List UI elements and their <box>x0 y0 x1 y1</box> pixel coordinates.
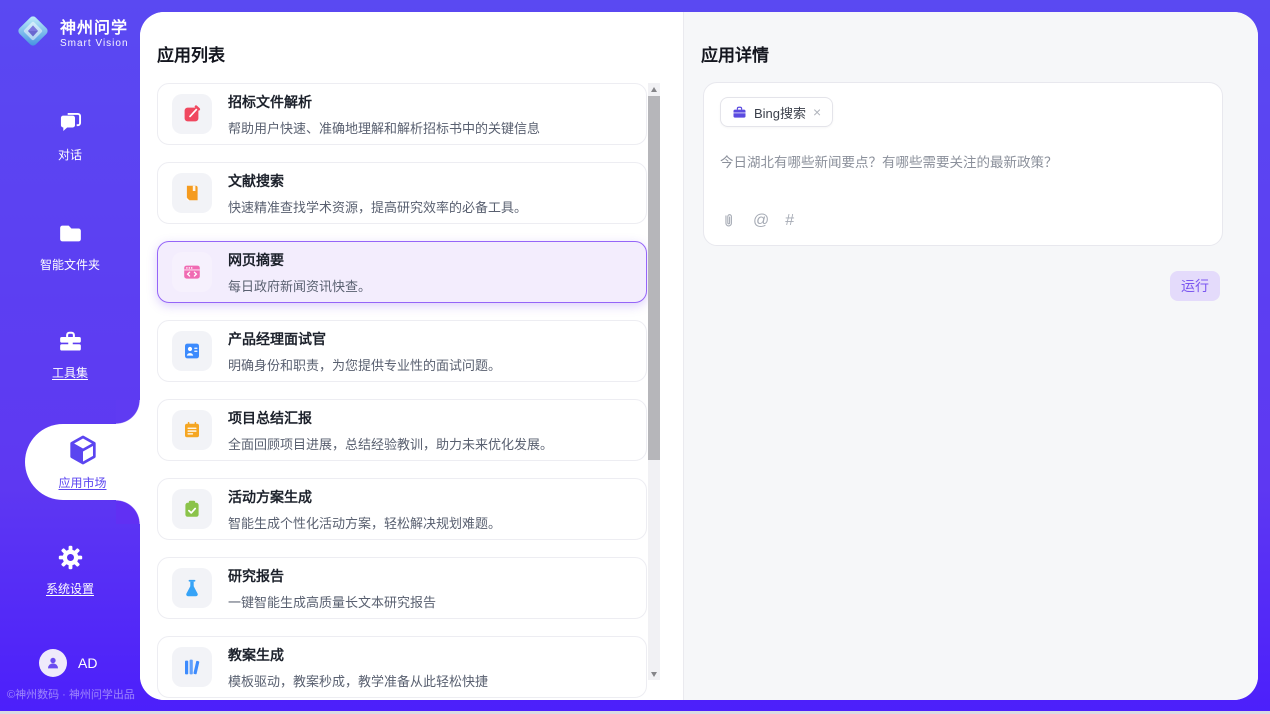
scroll-up-button[interactable] <box>648 83 660 95</box>
user-initials: AD <box>78 655 97 671</box>
app-detail-panel: 应用详情 Bing搜索 × 今日湖北有哪些新闻要点？有哪些需要关注的最新政策？ … <box>683 12 1258 700</box>
app-description: 明确身份和职责，为您提供专业性的面试问题。 <box>228 355 501 374</box>
sidebar-item-smart-folder[interactable]: 智能文件夹 <box>0 220 140 273</box>
app-description: 智能生成个性化活动方案，轻松解决规划难题。 <box>228 513 501 532</box>
app-title: 产品经理面试官 <box>228 329 501 349</box>
list-item-bid-parse[interactable]: 招标文件解析 帮助用户快速、准确地理解和解析招标书中的关键信息 <box>157 83 647 145</box>
app-description: 模板驱动，教案秒成，教学准备从此轻松快捷 <box>228 671 488 690</box>
app-title: 网页摘要 <box>228 250 371 270</box>
sidebar-item-label: 智能文件夹 <box>0 256 140 273</box>
tool-tag-bing-search[interactable]: Bing搜索 × <box>720 97 833 127</box>
clipboard-check-icon <box>172 489 212 529</box>
app-detail-title: 应用详情 <box>701 41 1258 66</box>
list-scrollbar[interactable] <box>648 83 660 680</box>
diamond-logo-icon <box>14 12 52 50</box>
brand-subtitle: Smart Vision <box>60 38 129 49</box>
attachment-toolbar: @ # <box>720 212 794 229</box>
mention-icon[interactable]: @ <box>753 213 769 229</box>
tool-tag-label: Bing搜索 <box>754 103 806 122</box>
list-item-literature-search[interactable]: 文献搜索 快速精准查找学术资源，提高研究效率的必备工具。 <box>157 162 647 224</box>
sidebar-item-toolset[interactable]: 工具集 <box>0 328 140 381</box>
edit-icon <box>172 94 212 134</box>
app-title: 文献搜索 <box>228 171 527 191</box>
list-item-lesson-plan[interactable]: 教案生成 模板驱动，教案秒成，教学准备从此轻松快捷 <box>157 636 647 698</box>
book-icon <box>172 173 212 213</box>
sidebar-item-chat[interactable]: 对话 <box>0 110 140 163</box>
chat-icon <box>57 110 84 142</box>
app-title: 研究报告 <box>228 566 436 586</box>
brand-name: 神州问学 <box>60 14 129 38</box>
interviewer-icon <box>172 331 212 371</box>
app-title: 招标文件解析 <box>228 92 540 112</box>
list-item-event-plan[interactable]: 活动方案生成 智能生成个性化活动方案，轻松解决规划难题。 <box>157 478 647 540</box>
briefcase-icon <box>732 105 747 120</box>
content-area: 应用列表 招标文件解析 帮助用户快速、准确地理解和解析招标书中的关键信息 文献搜… <box>140 12 1258 700</box>
app-description: 每日政府新闻资讯快查。 <box>228 276 371 295</box>
scrollbar-thumb[interactable] <box>648 96 660 460</box>
person-icon <box>45 655 61 671</box>
paperclip-icon[interactable] <box>720 212 737 229</box>
close-icon[interactable]: × <box>813 105 821 119</box>
run-button[interactable]: 运行 <box>1170 271 1220 301</box>
web-summary-icon <box>172 252 212 292</box>
list-item-web-summary[interactable]: 网页摘要 每日政府新闻资讯快查。 <box>157 241 647 303</box>
list-item-project-summary[interactable]: 项目总结汇报 全面回顾项目进展，总结经验教训，助力未来优化发展。 <box>157 399 647 461</box>
triangle-down-icon <box>651 672 657 677</box>
toolbox-icon <box>57 328 84 360</box>
app-description: 全面回顾项目进展，总结经验教训，助力未来优化发展。 <box>228 434 553 453</box>
avatar <box>39 649 67 677</box>
app-description: 一键智能生成高质量长文本研究报告 <box>228 592 436 611</box>
prompt-text-input[interactable]: 今日湖北有哪些新闻要点？有哪些需要关注的最新政策？ <box>720 151 1206 171</box>
app-list-panel: 应用列表 招标文件解析 帮助用户快速、准确地理解和解析招标书中的关键信息 文献搜… <box>140 12 683 700</box>
app-description: 快速精准查找学术资源，提高研究效率的必备工具。 <box>228 197 527 216</box>
hashtag-icon[interactable]: # <box>785 213 794 229</box>
scroll-down-button[interactable] <box>648 668 660 680</box>
app-list-title: 应用列表 <box>157 41 683 66</box>
app-description: 帮助用户快速、准确地理解和解析招标书中的关键信息 <box>228 118 540 137</box>
user-account[interactable]: AD <box>39 649 97 677</box>
app-title: 教案生成 <box>228 645 488 665</box>
list-item-pm-interviewer[interactable]: 产品经理面试官 明确身份和职责，为您提供专业性的面试问题。 <box>157 320 647 382</box>
app-title: 活动方案生成 <box>228 487 501 507</box>
folder-icon <box>57 220 84 252</box>
sidebar-item-label: 工具集 <box>0 364 140 381</box>
sidebar-item-label: 对话 <box>0 146 140 163</box>
brand-logo: 神州问学 Smart Vision <box>14 12 129 50</box>
sidebar: 神州问学 Smart Vision 对话 智能文件夹 <box>0 0 140 714</box>
app-title: 项目总结汇报 <box>228 408 553 428</box>
triangle-up-icon <box>651 87 657 92</box>
copyright-footer: ©神州数码 · 神州问学出品 <box>0 686 140 702</box>
gear-icon <box>57 544 84 576</box>
sidebar-item-label: 应用市场 <box>25 474 140 491</box>
app-list: 招标文件解析 帮助用户快速、准确地理解和解析招标书中的关键信息 文献搜索 快速精… <box>157 83 647 700</box>
sidebar-item-settings[interactable]: 系统设置 <box>0 544 140 597</box>
list-item-research-report[interactable]: 研究报告 一键智能生成高质量长文本研究报告 <box>157 557 647 619</box>
cube-icon <box>66 454 100 471</box>
flask-icon <box>172 568 212 608</box>
books-icon <box>172 647 212 687</box>
sidebar-item-app-market[interactable]: 应用市场 <box>25 424 140 500</box>
project-note-icon <box>172 410 212 450</box>
prompt-card: Bing搜索 × 今日湖北有哪些新闻要点？有哪些需要关注的最新政策？ @ # <box>703 82 1223 246</box>
sidebar-item-label: 系统设置 <box>0 580 140 597</box>
